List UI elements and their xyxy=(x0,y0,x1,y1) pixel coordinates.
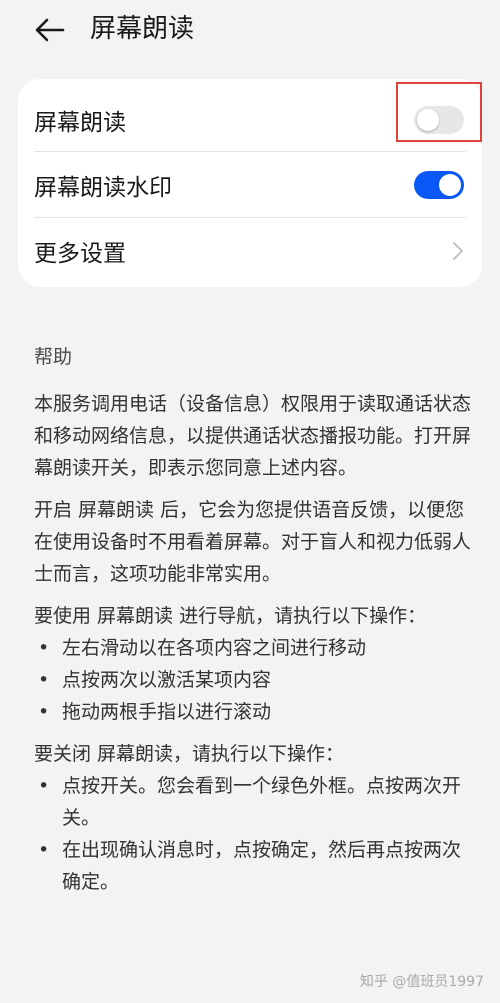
page-title: 屏幕朗读 xyxy=(90,14,195,44)
arrow-left-icon xyxy=(35,18,65,42)
bullet: • xyxy=(38,637,50,659)
list-item-text: 左右滑动以在各项内容之间进行移动 xyxy=(62,637,367,659)
chevron-right-icon xyxy=(453,242,463,260)
list-item: • 拖动两根手指以进行滚动 xyxy=(34,696,474,728)
toggle-knob xyxy=(439,174,461,196)
list-item: • 左右滑动以在各项内容之间进行移动 xyxy=(34,632,474,664)
help-paragraph: 要关闭 屏幕朗读，请执行以下操作： xyxy=(34,743,345,765)
help-paragraph: 本服务调用电话（设备信息）权限用于读取通话状态和移动网络信息，以提供通话状态播报… xyxy=(34,393,472,479)
list-item-text: 点按两次以激活某项内容 xyxy=(62,669,272,691)
top-bar: 屏幕朗读 xyxy=(0,0,500,60)
list-item: • 在出现确认消息时，点按确定，然后再点按两次确定。 xyxy=(34,834,474,898)
bullet: • xyxy=(38,775,50,797)
screen-reader-label: 屏幕朗读 xyxy=(34,110,126,136)
more-settings-label: 更多设置 xyxy=(34,241,126,267)
screen-reader-watermark-label: 屏幕朗读水印 xyxy=(34,175,172,201)
bullet: • xyxy=(38,701,50,723)
help-title: 帮助 xyxy=(34,346,73,368)
annotation-highlight-box xyxy=(396,82,482,142)
list-item: • 点按开关。您会看到一个绿色外框。点按两次开关。 xyxy=(34,770,474,834)
bullet: • xyxy=(38,839,50,861)
help-paragraph: 要使用 屏幕朗读 进行导航，请执行以下操作： xyxy=(34,605,427,627)
screen-reader-watermark-row[interactable]: 屏幕朗读水印 xyxy=(18,152,482,218)
watermark: 知乎 @值班员1997 xyxy=(359,974,484,990)
off-steps-list: • 点按开关。您会看到一个绿色外框。点按两次开关。 • 在出现确认消息时，点按确定，… xyxy=(34,770,474,898)
list-item-text: 在出现确认消息时，点按确定，然后再点按两次确定。 xyxy=(62,839,462,893)
bullet: • xyxy=(38,669,50,691)
nav-steps-list: • 左右滑动以在各项内容之间进行移动 • 点按两次以激活某项内容 • 拖动两根手指以进… xyxy=(34,632,474,728)
more-settings-row[interactable]: 更多设置 xyxy=(18,218,482,284)
list-item: • 点按两次以激活某项内容 xyxy=(34,664,474,696)
back-button[interactable] xyxy=(30,10,70,50)
list-item-text: 点按开关。您会看到一个绿色外框。点按两次开关。 xyxy=(62,775,462,829)
help-body: 本服务调用电话（设备信息）权限用于读取通话状态和移动网络信息，以提供通话状态播报… xyxy=(34,388,474,908)
list-item-text: 拖动两根手指以进行滚动 xyxy=(62,701,272,723)
screen-reader-watermark-toggle[interactable] xyxy=(414,171,464,199)
help-paragraph: 开启 屏幕朗读 后，它会为您提供语音反馈，以便您在使用设备时不用看着屏幕。对于盲… xyxy=(34,499,472,585)
